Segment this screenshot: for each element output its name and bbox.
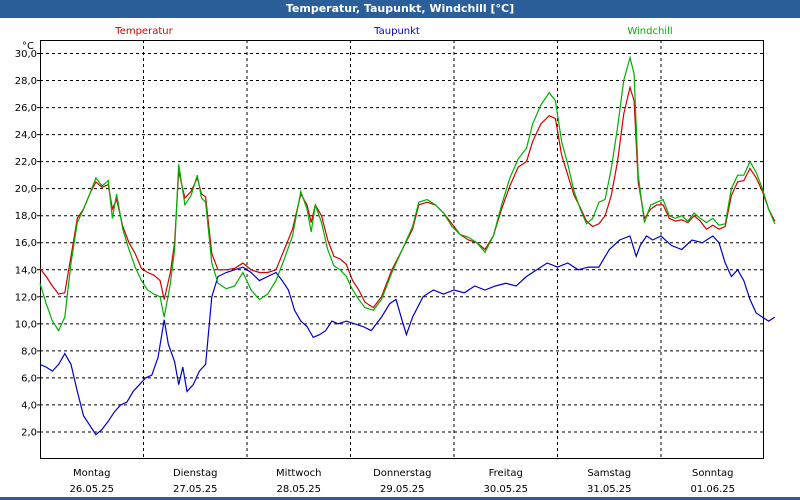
x-tick-day-5: Samstag — [587, 468, 631, 479]
legend-windchill: Windchill — [627, 26, 672, 37]
x-tick-day-2: Mittwoch — [276, 468, 321, 479]
y-tick-label-13: 28,0 — [15, 76, 37, 87]
legend-taupunkt: Taupunkt — [373, 26, 420, 37]
temperature-chart: 2,0 4,0 6,0 8,0 10,0 12,0 14,0 16,0 18,0 20,0 22,0… — [15, 26, 776, 495]
y-tick-label-6: 14,0 — [15, 265, 37, 276]
x-tick-date-1: 27.05.25 — [173, 484, 218, 495]
x-tick-date-5: 31.05.25 — [587, 484, 632, 495]
legend: Temperatur Taupunkt Windchill — [114, 26, 672, 37]
x-axis-ticks: Montag 26.05.25 Dienstag 27.05.25 Mittwoch 28… — [69, 468, 735, 495]
y-tick-label-1: 4,0 — [21, 400, 37, 411]
y-axis-ticks: 2,0 4,0 6,0 8,0 10,0 12,0 14,0 16,0 18,0 20,0 22,0… — [15, 41, 40, 438]
x-tick-day-3: Donnerstag — [373, 468, 431, 479]
x-tick-date-4: 30.05.25 — [483, 484, 528, 495]
y-axis-unit: °C — [22, 41, 34, 52]
x-tick-date-3: 29.05.25 — [380, 484, 425, 495]
x-tick-day-6: Sonntag — [692, 468, 734, 479]
y-tick-label-7: 16,0 — [15, 238, 37, 249]
y-tick-label-0: 2,0 — [21, 427, 37, 438]
y-tick-label-3: 8,0 — [21, 346, 37, 357]
x-tick-date-2: 28.05.25 — [276, 484, 321, 495]
y-tick-label-9: 20,0 — [15, 184, 37, 195]
y-tick-label-11: 24,0 — [15, 130, 37, 141]
y-tick-label-10: 22,0 — [15, 157, 37, 168]
y-tick-label-5: 12,0 — [15, 292, 37, 303]
series-line-windchill — [39, 55, 776, 332]
chart-window: Temperatur, Taupunkt, Windchill [°C] 2,0… — [0, 0, 800, 500]
x-tick-day-1: Dienstag — [173, 468, 218, 479]
x-tick-day-4: Freitag — [489, 468, 523, 479]
y-tick-label-8: 18,0 — [15, 211, 37, 222]
x-tick-date-0: 26.05.25 — [69, 484, 114, 495]
series-line-temperatur — [39, 84, 776, 309]
y-tick-label-4: 10,0 — [15, 319, 37, 330]
y-tick-label-2: 6,0 — [21, 373, 37, 384]
x-tick-date-6: 01.06.25 — [690, 484, 735, 495]
x-tick-day-0: Montag — [73, 468, 110, 479]
y-tick-label-12: 26,0 — [15, 103, 37, 114]
legend-temperatur: Temperatur — [114, 26, 173, 37]
